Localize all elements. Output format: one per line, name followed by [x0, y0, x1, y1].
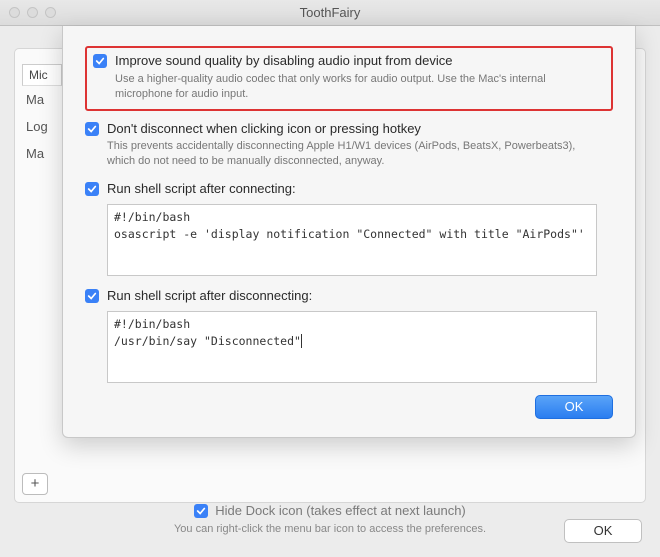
sheet-ok-button[interactable]: OK — [535, 395, 613, 419]
disconnect-script-text: #!/bin/bash /usr/bin/say "Disconnected" — [114, 317, 301, 348]
window-title: ToothFairy — [300, 5, 361, 20]
connect-script-textarea[interactable]: #!/bin/bash osascript -e 'display notifi… — [107, 204, 597, 276]
add-device-button[interactable]: + — [22, 473, 48, 495]
dock-option-row: Hide Dock icon (takes effect at next lau… — [0, 503, 660, 535]
disconnect-script-checkbox[interactable] — [85, 289, 99, 303]
options-sheet: Improve sound quality by disabling audio… — [62, 26, 636, 438]
text-cursor — [301, 334, 302, 348]
connect-script-checkbox[interactable] — [85, 182, 99, 196]
check-icon — [87, 291, 97, 301]
hide-dock-label: Hide Dock icon (takes effect at next lau… — [215, 503, 466, 518]
check-icon — [87, 184, 97, 194]
sidebar-header: Mic — [22, 64, 62, 86]
check-icon — [95, 56, 105, 66]
check-icon — [87, 124, 97, 134]
hide-dock-checkbox[interactable] — [194, 504, 208, 518]
disconnect-script-textarea[interactable]: #!/bin/bash /usr/bin/say "Disconnected" — [107, 311, 597, 383]
device-sidebar: Mic Ma Log Ma — [22, 64, 62, 167]
sidebar-item[interactable]: Ma — [22, 140, 62, 167]
improve-sound-checkbox[interactable] — [93, 54, 107, 68]
disconnect-script-label: Run shell script after disconnecting: — [107, 288, 312, 305]
minimize-icon[interactable] — [27, 7, 38, 18]
close-icon[interactable] — [9, 7, 20, 18]
improve-sound-label: Improve sound quality by disabling audio… — [115, 53, 452, 70]
hide-dock-desc: You can right-click the menu bar icon to… — [0, 523, 660, 535]
traffic-lights — [9, 7, 56, 18]
window-body: Mic Ma Log Ma + Improve sound quality by… — [0, 26, 660, 557]
dont-disconnect-checkbox[interactable] — [85, 122, 99, 136]
dont-disconnect-desc: This prevents accidentally disconnecting… — [107, 139, 587, 169]
outer-ok-button[interactable]: OK — [564, 519, 642, 543]
highlighted-option: Improve sound quality by disabling audio… — [85, 46, 613, 111]
sidebar-item[interactable]: Ma — [22, 86, 62, 113]
check-icon — [196, 506, 206, 516]
connect-script-label: Run shell script after connecting: — [107, 181, 296, 198]
improve-sound-desc: Use a higher-quality audio codec that on… — [115, 72, 595, 102]
titlebar: ToothFairy — [0, 0, 660, 26]
dont-disconnect-label: Don't disconnect when clicking icon or p… — [107, 121, 421, 138]
sidebar-item[interactable]: Log — [22, 113, 62, 140]
zoom-icon[interactable] — [45, 7, 56, 18]
